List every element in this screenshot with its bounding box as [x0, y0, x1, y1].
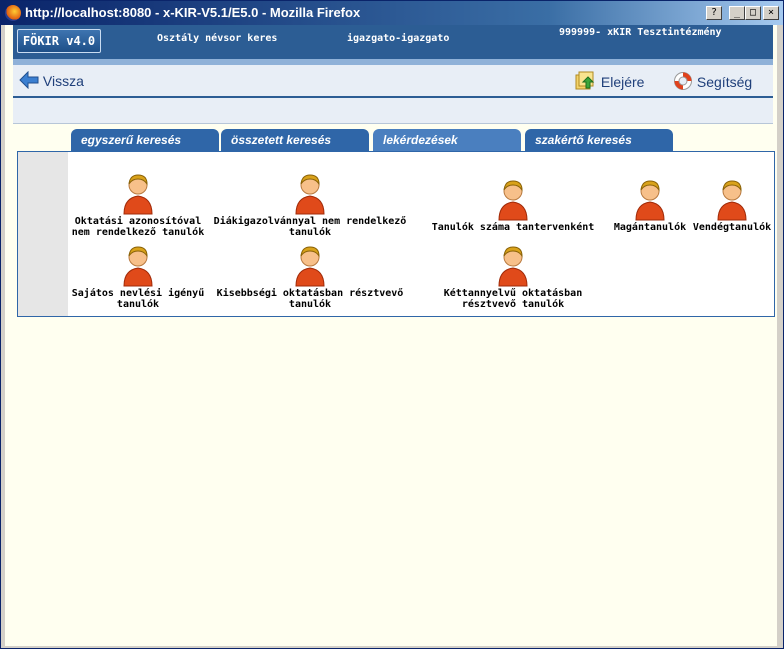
home-button[interactable]: Elejére	[575, 71, 644, 91]
help-button[interactable]: Segítség	[673, 71, 752, 91]
query-item[interactable]: Magántanulók	[610, 178, 690, 233]
person-icon	[717, 180, 747, 221]
back-label: Vissza	[42, 73, 84, 89]
query-item[interactable]: Kéttannyelvű oktatásban résztvevő tanuló…	[428, 244, 598, 310]
query-item[interactable]: Diákigazolvánnyal nem rendelkező tanulók	[210, 172, 410, 238]
title-bar[interactable]: http://localhost:8080 - x-KIR-V5.1/E5.0 …	[1, 1, 783, 25]
query-item[interactable]: Kisebbségi oktatásban résztvevő tanulók	[210, 244, 410, 310]
help-window-button[interactable]: ?	[706, 6, 722, 20]
query-label-line2: tanulók	[116, 299, 160, 310]
close-button[interactable]: ×	[763, 6, 779, 20]
lifebuoy-icon	[674, 72, 692, 90]
query-label-line1: Magántanulók	[613, 222, 687, 233]
query-label-line1: Diákigazolvánnyal nem rendelkező	[213, 216, 407, 227]
help-label: Segítség	[696, 74, 753, 90]
app-header: FÖKIR v4.0 Osztály névsor keres igazgato…	[13, 25, 773, 65]
window-title: http://localhost:8080 - x-KIR-V5.1/E5.0 …	[25, 5, 361, 20]
home-label: Elejére	[600, 74, 645, 90]
query-label-line1: Sajátos nevlési igényű	[71, 288, 205, 299]
user-name: igazgato-igazgato	[347, 33, 450, 44]
tab-complex-search[interactable]: összetett keresés	[221, 129, 369, 151]
query-item[interactable]: Vendégtanulók	[690, 178, 774, 233]
person-icon	[295, 246, 325, 287]
browser-window: http://localhost:8080 - x-KIR-V5.1/E5.0 …	[0, 0, 784, 649]
minimize-button[interactable]: _	[729, 6, 745, 20]
app-logo: FÖKIR v4.0	[17, 29, 101, 53]
institution-name: 999999- xKIR Tesztintézmény	[559, 27, 722, 38]
maximize-button[interactable]: □	[745, 6, 761, 20]
person-icon	[295, 174, 325, 215]
back-button[interactable]: Vissza	[19, 70, 84, 90]
query-item[interactable]: Oktatási azonosítóval nem rendelkező tan…	[68, 172, 208, 238]
query-label-line1: Oktatási azonosítóval	[74, 216, 202, 227]
firefox-icon	[5, 5, 21, 21]
person-icon	[498, 246, 528, 287]
toolbar: Vissza Elejére Segítség	[13, 65, 773, 98]
query-label-line1: Tanulók száma tantervenként	[431, 222, 595, 233]
tab-simple-search[interactable]: egyszerű keresés	[71, 129, 219, 151]
query-label-line2: résztvevő tanulók	[461, 299, 565, 310]
person-icon	[123, 174, 153, 215]
query-label-line2: nem rendelkező tanulók	[71, 227, 205, 238]
query-label-line1: Vendégtanulók	[692, 222, 772, 233]
back-arrow-icon	[19, 70, 39, 90]
queries-panel: Oktatási azonosítóval nem rendelkező tan…	[17, 151, 775, 317]
query-label-line2: tanulók	[288, 299, 332, 310]
query-item[interactable]: Sajátos nevlési igényű tanulók	[68, 244, 208, 310]
page-content: FÖKIR v4.0 Osztály névsor keres igazgato…	[5, 25, 777, 646]
query-item[interactable]: Tanulók száma tantervenként	[428, 178, 598, 233]
page-title: Osztály névsor keres	[157, 33, 278, 44]
query-label-line2: tanulók	[288, 227, 332, 238]
person-icon	[635, 180, 665, 221]
panel-gutter	[18, 152, 68, 316]
query-label-line1: Kisebbségi oktatásban résztvevő	[216, 288, 404, 299]
person-icon	[123, 246, 153, 287]
home-arrow-icon	[575, 71, 595, 90]
person-icon	[498, 180, 528, 221]
sub-bar	[13, 98, 773, 124]
tab-expert-search[interactable]: szakértő keresés	[525, 129, 673, 151]
query-label-line1: Kéttannyelvű oktatásban	[443, 288, 583, 299]
